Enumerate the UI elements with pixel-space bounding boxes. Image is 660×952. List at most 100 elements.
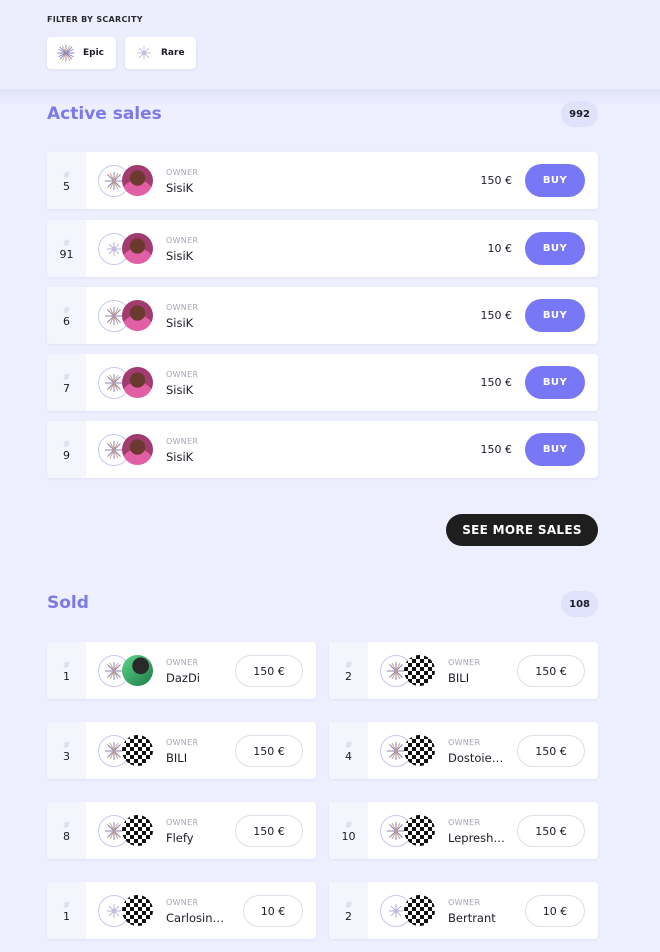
owner-label: OWNER — [448, 898, 481, 907]
sale-price: 150 € — [480, 376, 513, 389]
row-number-cell: # 1 — [47, 642, 86, 699]
owner-label: OWNER — [166, 738, 199, 747]
owner-name[interactable]: BILI — [448, 671, 469, 685]
row-number-cell: # 9 — [47, 421, 86, 478]
sold-card[interactable]: # 1 OWNER Carlosinn… 10 € — [47, 882, 316, 939]
row-number-cell: # 3 — [47, 722, 86, 779]
owner-label: OWNER — [166, 437, 199, 446]
epic-star-icon — [105, 374, 123, 392]
owner-name[interactable]: BILI — [166, 751, 187, 765]
rare-star-icon — [107, 904, 121, 918]
owner-avatar[interactable] — [122, 434, 153, 465]
sold-card[interactable]: # 10 OWNER Lepresh… 150 € — [329, 802, 598, 859]
rare-star-icon — [137, 46, 151, 60]
sold-card[interactable]: # 8 OWNER Flefy 150 € — [47, 802, 316, 859]
row-number-cell: # 10 — [329, 802, 368, 859]
buy-button[interactable]: BUY — [525, 299, 585, 332]
sold-price: 150 € — [517, 815, 585, 847]
epic-star-icon — [105, 307, 123, 325]
epic-star-icon — [387, 822, 405, 840]
row-number-cell: # 6 — [47, 287, 86, 344]
owner-avatar[interactable] — [122, 165, 153, 196]
sold-card[interactable]: # 2 OWNER Bertrant 10 € — [329, 882, 598, 939]
epic-star-icon — [387, 742, 405, 760]
row-number-cell: # 8 — [47, 802, 86, 859]
see-more-sales-button[interactable]: SEE MORE SALES — [446, 514, 598, 546]
filter-chip-epic[interactable]: Epic — [47, 37, 116, 69]
owner-avatar[interactable] — [122, 655, 153, 686]
owner-name[interactable]: Bertrant — [448, 911, 496, 925]
owner-name[interactable]: DazDi — [166, 671, 200, 685]
rare-star-icon — [389, 904, 403, 918]
owner-name[interactable]: Lepresh… — [448, 831, 505, 845]
sold-card[interactable]: # 4 OWNER Dostoie… 150 € — [329, 722, 598, 779]
card-number: 4 — [345, 750, 352, 763]
sold-price: 150 € — [517, 655, 585, 687]
owner-avatar[interactable] — [404, 815, 435, 846]
row-number-cell: # 5 — [47, 152, 86, 209]
sale-row[interactable]: # 7 OWNER SisiK 150 € BUY — [47, 354, 598, 411]
owner-name[interactable]: SisiK — [166, 383, 193, 397]
epic-star-icon — [105, 822, 123, 840]
sold-card[interactable]: # 1 OWNER DazDi 150 € — [47, 642, 316, 699]
owner-avatar[interactable] — [122, 300, 153, 331]
owner-name[interactable]: SisiK — [166, 316, 193, 330]
sale-price: 150 € — [480, 174, 513, 187]
sold-price: 150 € — [517, 735, 585, 767]
sale-row[interactable]: # 5 OWNER SisiK 150 € BUY — [47, 152, 598, 209]
epic-star-icon — [105, 742, 123, 760]
owner-avatar[interactable] — [122, 815, 153, 846]
buy-button[interactable]: BUY — [525, 366, 585, 399]
card-number: 10 — [341, 830, 356, 843]
buy-button[interactable]: BUY — [525, 232, 585, 265]
owner-label: OWNER — [166, 236, 199, 245]
owner-avatar[interactable] — [122, 233, 153, 264]
sale-row[interactable]: # 9 OWNER SisiK 150 € BUY — [47, 421, 598, 478]
owner-avatar[interactable] — [122, 367, 153, 398]
owner-avatar[interactable] — [404, 655, 435, 686]
card-number: 7 — [63, 382, 70, 395]
owner-name[interactable]: SisiK — [166, 249, 193, 263]
owner-label: OWNER — [448, 658, 481, 667]
owner-name[interactable]: SisiK — [166, 450, 193, 464]
row-number-cell: # 91 — [47, 220, 86, 277]
sale-price: 150 € — [480, 443, 513, 456]
owner-avatar[interactable] — [122, 895, 153, 926]
epic-star-icon — [387, 662, 405, 680]
row-number-cell: # 7 — [47, 354, 86, 411]
card-number: 1 — [63, 910, 70, 923]
card-number: 2 — [345, 910, 352, 923]
sale-price: 10 € — [487, 242, 513, 255]
owner-name[interactable]: Carlosinn… — [166, 911, 226, 925]
owner-label: OWNER — [166, 303, 199, 312]
card-number: 9 — [63, 449, 70, 462]
epic-star-icon — [57, 44, 75, 62]
epic-star-icon — [105, 662, 123, 680]
owner-name[interactable]: Flefy — [166, 831, 194, 845]
sold-card[interactable]: # 2 OWNER BILI 150 € — [329, 642, 598, 699]
owner-label: OWNER — [166, 818, 199, 827]
filter-chip-rare[interactable]: Rare — [125, 37, 196, 69]
owner-name[interactable]: Dostoie… — [448, 751, 503, 765]
sale-price: 150 € — [480, 309, 513, 322]
owner-name[interactable]: SisiK — [166, 181, 193, 195]
owner-avatar[interactable] — [122, 735, 153, 766]
epic-star-icon — [105, 172, 123, 190]
owner-label: OWNER — [166, 658, 199, 667]
filter-chip-rare-label: Rare — [161, 48, 185, 58]
buy-button[interactable]: BUY — [525, 433, 585, 466]
sale-row[interactable]: # 6 OWNER SisiK 150 € BUY — [47, 287, 598, 344]
card-number: 2 — [345, 670, 352, 683]
epic-star-icon — [105, 441, 123, 459]
buy-button[interactable]: BUY — [525, 164, 585, 197]
owner-avatar[interactable] — [404, 735, 435, 766]
sold-price: 150 € — [235, 735, 303, 767]
sold-card[interactable]: # 3 OWNER BILI 150 € — [47, 722, 316, 779]
sale-row[interactable]: # 91 OWNER SisiK 10 € BUY — [47, 220, 598, 277]
sold-price: 150 € — [235, 815, 303, 847]
owner-avatar[interactable] — [404, 895, 435, 926]
card-number: 8 — [63, 830, 70, 843]
card-number: 1 — [63, 670, 70, 683]
card-number: 91 — [59, 248, 74, 261]
sold-price: 150 € — [235, 655, 303, 687]
